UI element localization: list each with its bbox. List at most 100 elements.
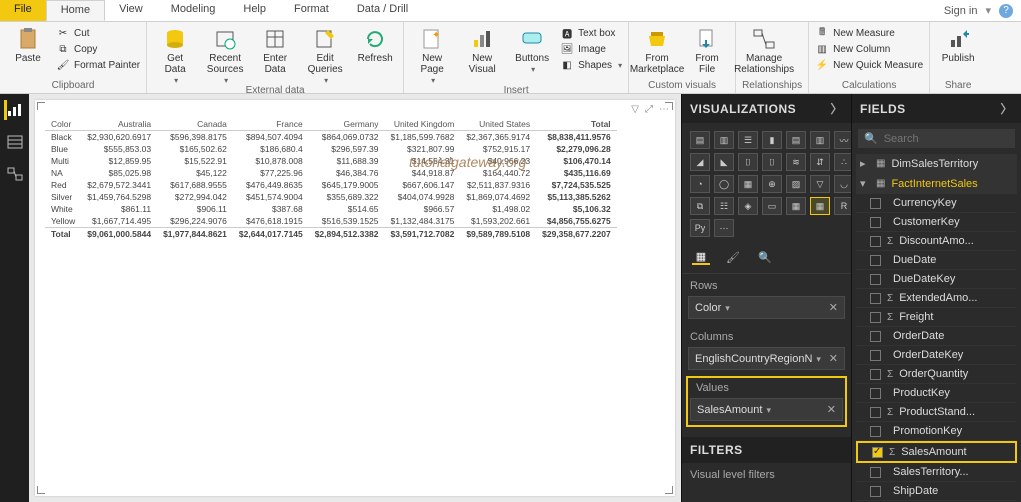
values-well[interactable]: SalesAmount✕: [690, 398, 843, 421]
new-column-button[interactable]: ▥New Column: [815, 42, 923, 56]
format-painter-button[interactable]: 🖌Format Painter: [56, 58, 140, 72]
checkbox[interactable]: [870, 369, 881, 380]
fields-search[interactable]: 🔍: [858, 129, 1015, 148]
viz-donut[interactable]: ◯: [714, 175, 734, 193]
checkbox[interactable]: [870, 331, 881, 342]
field-customerkey[interactable]: CustomerKey: [856, 213, 1017, 232]
viz-area[interactable]: ◢: [690, 153, 710, 171]
filter-icon[interactable]: ▽: [631, 104, 639, 115]
new-quick-measure-button[interactable]: ⚡New Quick Measure: [815, 58, 923, 72]
refresh-button[interactable]: Refresh: [353, 24, 397, 85]
checkbox[interactable]: [870, 426, 881, 437]
manage-relationships-button[interactable]: Manage Relationships: [742, 24, 786, 80]
report-canvas[interactable]: ▽ ⤢ ⋯ ColorAustraliaCanadaFranceGermanyU…: [29, 94, 681, 502]
viz-stacked-bar[interactable]: ▤: [690, 131, 710, 149]
viz-combo1[interactable]: ⌷: [738, 153, 758, 171]
format-tab[interactable]: 🖌: [724, 249, 742, 265]
checkbox[interactable]: [870, 486, 881, 497]
search-input[interactable]: [884, 133, 1021, 145]
field-orderquantity[interactable]: ΣOrderQuantity: [856, 365, 1017, 384]
tab-view[interactable]: View: [105, 0, 157, 21]
field-duedatekey[interactable]: DueDateKey: [856, 270, 1017, 289]
fields-tab[interactable]: ▦: [692, 249, 710, 265]
textbox-button[interactable]: 🅰Text box: [560, 26, 622, 40]
checkbox[interactable]: [872, 447, 883, 458]
viz-slicer[interactable]: ▭: [762, 197, 782, 215]
analytics-tab[interactable]: 🔍: [756, 249, 774, 265]
viz-pie[interactable]: ◔: [690, 175, 710, 193]
field-extendedamo[interactable]: ΣExtendedAmo...: [856, 289, 1017, 308]
checkbox[interactable]: [870, 217, 881, 228]
checkbox[interactable]: [870, 467, 881, 478]
checkbox[interactable]: [870, 388, 881, 399]
viz-matrix[interactable]: ▦: [810, 197, 830, 215]
tab-file[interactable]: File: [0, 0, 46, 21]
viz-funnel[interactable]: ▽: [810, 175, 830, 193]
viz-clustered-bar[interactable]: ☰: [738, 131, 758, 149]
checkbox[interactable]: [870, 350, 881, 361]
viz-table[interactable]: ▦: [786, 197, 806, 215]
recent-sources-button[interactable]: Recent Sources: [203, 24, 247, 85]
model-view-button[interactable]: [4, 164, 26, 184]
checkbox[interactable]: [870, 236, 881, 247]
rows-well[interactable]: Color✕: [688, 296, 845, 319]
enter-data-button[interactable]: Enter Data: [253, 24, 297, 85]
shapes-button[interactable]: ◧Shapes: [560, 58, 622, 72]
table-factinternetsales[interactable]: ▾▦FactInternetSales: [856, 174, 1017, 194]
viz-100col[interactable]: ▥: [810, 131, 830, 149]
field-freight[interactable]: ΣFreight: [856, 308, 1017, 327]
viz-ribbon[interactable]: ≋: [786, 153, 806, 171]
checkbox[interactable]: [870, 255, 881, 266]
new-visual-button[interactable]: New Visual: [460, 24, 504, 85]
field-promotionkey[interactable]: PromotionKey: [856, 422, 1017, 441]
tab-format[interactable]: Format: [280, 0, 343, 21]
viz-filled-map[interactable]: ▨: [786, 175, 806, 193]
publish-button[interactable]: Publish: [936, 24, 980, 80]
remove-icon[interactable]: ✕: [829, 301, 838, 314]
copy-button[interactable]: ⧉Copy: [56, 42, 140, 56]
image-button[interactable]: 🖼Image: [560, 42, 622, 56]
field-salesamount[interactable]: ΣSalesAmount: [856, 441, 1017, 463]
checkbox[interactable]: [870, 293, 881, 304]
new-measure-button[interactable]: 🖩New Measure: [815, 26, 923, 40]
matrix-visual[interactable]: ColorAustraliaCanadaFranceGermanyUnited …: [45, 118, 617, 240]
checkbox[interactable]: [870, 312, 881, 323]
tab-modeling[interactable]: Modeling: [157, 0, 230, 21]
collapse-icon[interactable]: 〉: [830, 100, 843, 117]
help-icon[interactable]: ?: [999, 4, 1013, 18]
chevron-down-icon[interactable]: ▾: [985, 4, 991, 17]
columns-well[interactable]: EnglishCountryRegionN✕: [688, 347, 845, 370]
viz-treemap[interactable]: ▦: [738, 175, 758, 193]
field-orderdatekey[interactable]: OrderDateKey: [856, 346, 1017, 365]
viz-waterfall[interactable]: ⇵: [810, 153, 830, 171]
remove-icon[interactable]: ✕: [827, 403, 836, 416]
checkbox[interactable]: [870, 274, 881, 285]
from-marketplace-button[interactable]: From Marketplace: [635, 24, 679, 80]
signin-link[interactable]: Sign in: [944, 5, 978, 17]
viz-stacked-column[interactable]: ▥: [714, 131, 734, 149]
table-dimsalesterritory[interactable]: ▸▦DimSalesTerritory: [856, 154, 1017, 174]
paste-button[interactable]: Paste: [6, 24, 50, 80]
remove-icon[interactable]: ✕: [829, 352, 838, 365]
more-icon[interactable]: ⋯: [659, 104, 669, 115]
get-data-button[interactable]: Get Data: [153, 24, 197, 85]
tab-datadrill[interactable]: Data / Drill: [343, 0, 422, 21]
viz-more[interactable]: ⋯: [714, 219, 734, 237]
report-view-button[interactable]: [4, 100, 26, 120]
new-page-button[interactable]: ✦New Page: [410, 24, 454, 85]
viz-multi-card[interactable]: ☷: [714, 197, 734, 215]
field-discountamo[interactable]: ΣDiscountAmo...: [856, 232, 1017, 251]
edit-queries-button[interactable]: Edit Queries: [303, 24, 347, 85]
viz-clustered-column[interactable]: ▮: [762, 131, 782, 149]
from-file-button[interactable]: From File: [685, 24, 729, 80]
field-salesterritory[interactable]: SalesTerritory...: [856, 463, 1017, 482]
viz-py[interactable]: Py: [690, 219, 710, 237]
viz-map[interactable]: ⊕: [762, 175, 782, 193]
viz-card[interactable]: ⧉: [690, 197, 710, 215]
checkbox[interactable]: [870, 407, 881, 418]
field-duedate[interactable]: DueDate: [856, 251, 1017, 270]
viz-stacked-area[interactable]: ◣: [714, 153, 734, 171]
tab-home[interactable]: Home: [46, 0, 105, 21]
checkbox[interactable]: [870, 198, 881, 209]
field-currencykey[interactable]: CurrencyKey: [856, 194, 1017, 213]
